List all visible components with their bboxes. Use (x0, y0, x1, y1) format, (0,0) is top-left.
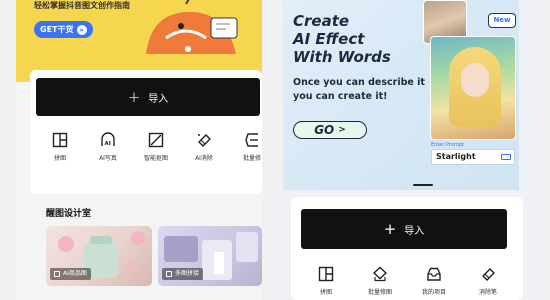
svg-text:AI: AI (105, 141, 111, 147)
new-badge: New (488, 13, 516, 28)
import-button[interactable]: + 导入 (301, 209, 507, 249)
tool-eraser-pen[interactable]: 消除笔 (461, 266, 515, 300)
thumb-label-text: AI商品图 (63, 270, 87, 277)
banner-title-line: AI Effect (293, 30, 365, 48)
batch-icon (245, 133, 258, 147)
sample-photo-large (430, 36, 516, 140)
import-button[interactable]: + 导入 (36, 78, 260, 116)
tool-label: AI写真 (99, 155, 117, 162)
carousel-indicator (413, 184, 433, 186)
right-phone-screen: Create AI Effect With Words Once you can… (283, 0, 533, 300)
tool-label: 批量修图 (367, 289, 392, 296)
tool-collage[interactable]: 拼图 (36, 132, 84, 172)
ai-product-image-card[interactable]: AI商品图 (46, 226, 152, 286)
tool-label: 拼图 (319, 289, 332, 296)
get-tips-button[interactable]: GET干货 » (34, 21, 93, 38)
tool-ai-portrait[interactable]: AI AI写真 (84, 132, 132, 172)
tool-ai-eraser[interactable]: AI消除 (180, 132, 228, 172)
banner-desc-line: you can create it! (293, 91, 388, 102)
grid-icon (52, 132, 68, 148)
image-icon (166, 271, 172, 277)
thumb-label: AI商品图 (50, 268, 91, 280)
tool-label: AI消除 (195, 155, 213, 162)
tool-batch-edit[interactable]: 批量修 (228, 132, 262, 172)
prompt-label: Enter Prompt (431, 142, 464, 148)
prompt-value: Starlight (436, 152, 476, 161)
image-icon (54, 271, 60, 277)
prompt-box: Starlight (431, 149, 515, 165)
eraser-icon (198, 134, 211, 147)
tool-collage[interactable]: 拼图 (299, 266, 353, 300)
tool-row: 拼图 AI AI写真 智能抠图 AI消除 批量修 (36, 132, 262, 172)
banner-title-line: Create (293, 12, 350, 30)
plus-icon: + (127, 87, 141, 106)
import-label: 导入 (148, 93, 169, 105)
keyboard-icon (501, 154, 511, 160)
tool-smart-cutout[interactable]: 智能抠图 (132, 132, 180, 172)
chevron-right-icon: > (338, 125, 346, 135)
tool-batch-edit[interactable]: 批量修图 (353, 266, 407, 300)
inbox-icon (427, 267, 441, 281)
banner-description: Once you can describe it you can create … (293, 76, 425, 104)
tool-row: 拼图 批量修图 我的项目 消除笔 (299, 266, 521, 300)
tool-my-projects[interactable]: 我的项目 (407, 266, 461, 300)
banner-desc-line: Once you can describe it (293, 77, 425, 88)
thumb-label-text: 多图拼接 (175, 270, 200, 277)
import-label: 导入 (404, 225, 425, 237)
tool-label: 我的项目 (421, 289, 446, 296)
plus-icon: + (383, 219, 397, 238)
cutout-icon (148, 132, 164, 148)
banner-title-line: With Words (293, 48, 391, 66)
arrow-icon: » (76, 24, 87, 35)
banner-subtitle: 轻松掌握抖音图文创作指南 (34, 1, 130, 10)
tool-label: 拼图 (53, 155, 66, 162)
portrait-face (461, 63, 489, 97)
multi-image-stitch-card[interactable]: 多图拼接 (158, 226, 262, 286)
go-button[interactable]: GO > (293, 121, 367, 139)
prompt-preview: Enter Prompt Starlight (431, 142, 515, 168)
tool-label: 消除笔 (478, 289, 497, 296)
tool-label: 批量修 (242, 155, 261, 162)
go-label: GO (314, 123, 335, 137)
ai-portrait-icon: AI (101, 132, 115, 147)
thumb-label: 多图拼接 (162, 268, 204, 280)
banner-illustration (146, 0, 238, 54)
grid-icon (318, 266, 334, 282)
banner-title: Create AI Effect With Words (293, 12, 391, 66)
eraser-icon (482, 268, 495, 281)
tool-label: 智能抠图 (143, 155, 168, 162)
batch-edit-icon (372, 266, 388, 282)
design-studio-title: 醒图设计室 (46, 209, 92, 219)
ai-effect-banner[interactable]: Create AI Effect With Words Once you can… (283, 0, 519, 190)
get-tips-label: GET干货 (40, 25, 74, 34)
left-phone-screen: 轻松掌握抖音图文创作指南 GET干货 » + 导入 拼图 AI AI写真 智能抠… (16, 0, 262, 300)
